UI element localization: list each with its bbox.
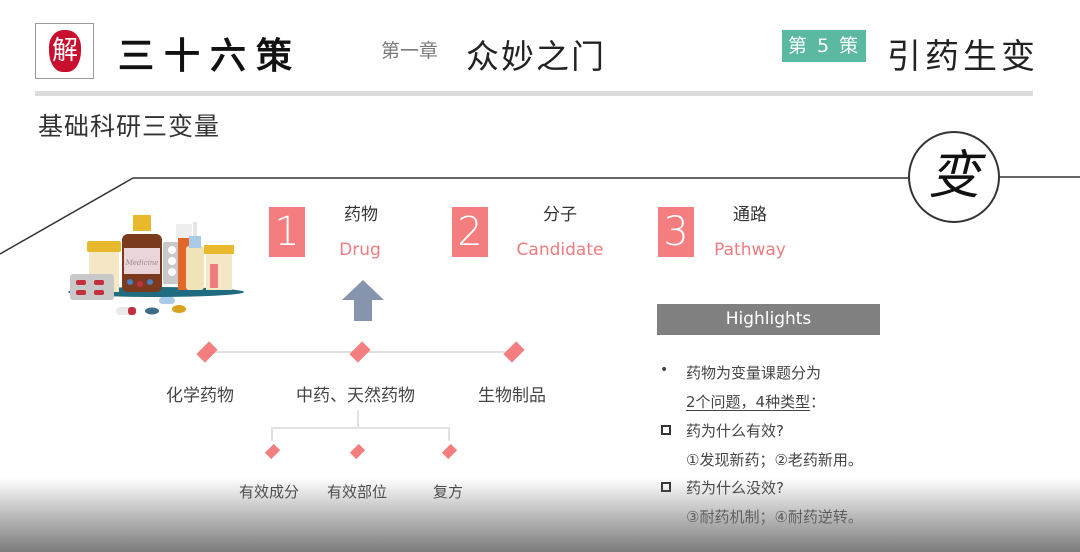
change-emblem: 变 [908, 131, 1000, 223]
highlights-intro-emphasis: 2个问题，4种类型 [686, 393, 811, 411]
up-arrow-icon [342, 280, 384, 321]
question-why-effective: 药为什么有效? [686, 422, 784, 440]
subtree-drop-1 [271, 427, 273, 441]
subtype-active-fraction: 有效部位 [327, 483, 388, 501]
highlights-header: Highlights [657, 304, 880, 335]
highlights-intro-colon: ： [810, 393, 826, 411]
category-biologics: 生物制品 [478, 386, 546, 406]
variable-en-candidate: Candidate [516, 240, 604, 260]
subtree-stem [357, 410, 359, 428]
variable-en-drug: Drug [339, 240, 381, 260]
variable-en-pathway: Pathway [714, 240, 786, 260]
square-bullet-icon [661, 482, 671, 492]
category-chemical-drugs: 化学药物 [166, 386, 234, 406]
highlights-intro-line2: 2个问题，4种类型： [686, 391, 825, 412]
bullet-dot: • [660, 362, 669, 378]
subtree-connector [271, 427, 449, 429]
medicine-illustration: Medicine [68, 215, 244, 315]
subtype-active-ingredient: 有效成分 [239, 483, 300, 501]
blister-pack [70, 274, 114, 300]
variable-cn-candidate: 分子 [543, 205, 577, 225]
subtree-drop-3 [448, 427, 450, 441]
subtype-compound-formula: 复方 [433, 483, 464, 501]
question-why-ineffective: 药为什么没效? [686, 479, 784, 497]
category-tcm-natural: 中药、天然药物 [296, 386, 415, 406]
answer-why-effective: ①发现新药；②老药新用。 [686, 451, 863, 469]
variable-cn-drug: 药物 [344, 205, 378, 225]
answer-why-ineffective: ③耐药机制；④耐药逆转。 [686, 508, 863, 526]
highlights-intro-line1: 药物为变量课题分为 [686, 364, 822, 382]
svg-text:Medicine: Medicine [125, 259, 159, 267]
square-bullet-icon [661, 425, 671, 435]
variable-cn-pathway: 通路 [733, 205, 767, 225]
